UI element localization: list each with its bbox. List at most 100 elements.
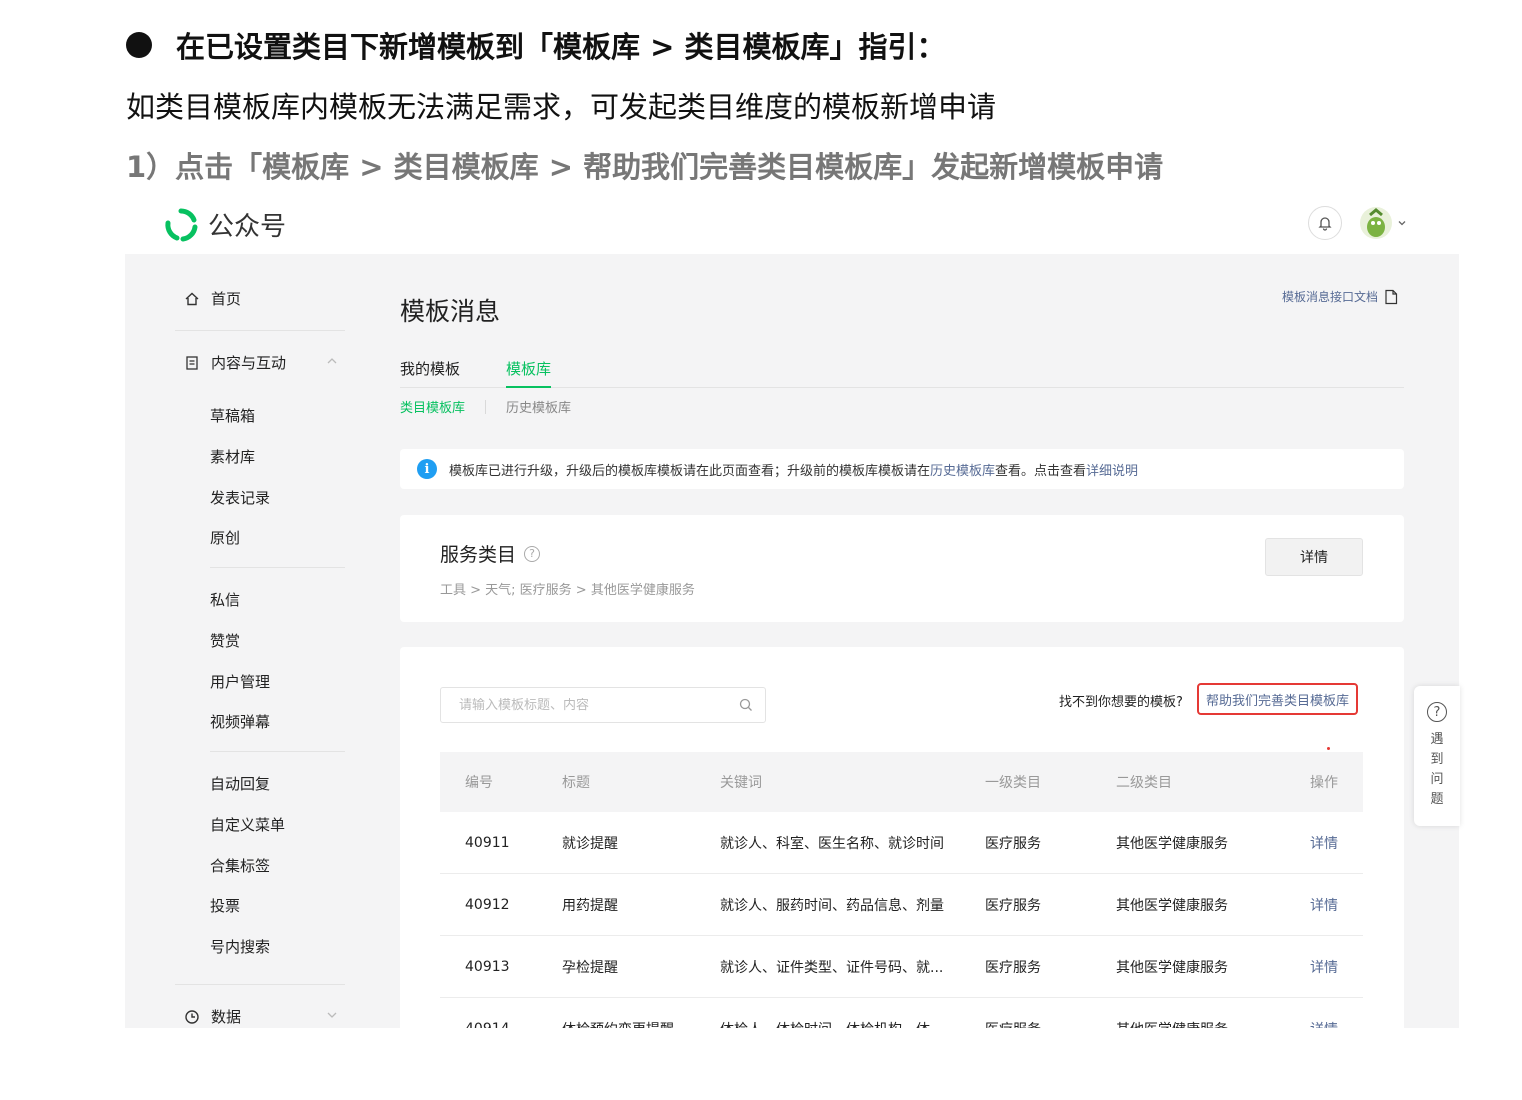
cell-category-1: 医疗服务: [985, 835, 1041, 852]
table-row: 40913 孕检提醒 就诊人、证件类型、证件号码、就... 医疗服务 其他医学健…: [440, 936, 1363, 998]
row-detail-link[interactable]: 详情: [1310, 936, 1360, 997]
sidebar-item-original[interactable]: 原创: [210, 527, 240, 548]
floating-help-button[interactable]: ? 遇 到 问 题: [1414, 686, 1460, 826]
cell-category-2: 其他医学健康服务: [1116, 897, 1228, 914]
sidebar-item-collection-tags[interactable]: 合集标签: [210, 855, 270, 876]
sidebar-item-vote[interactable]: 投票: [210, 895, 240, 916]
sidebar-item-drafts[interactable]: 草稿箱: [210, 405, 255, 426]
subtab-category-library[interactable]: 类目模板库: [400, 397, 465, 416]
notice-text: 查看。点击查看: [995, 463, 1087, 479]
sidebar-item-danmaku[interactable]: 视频弹幕: [210, 711, 270, 732]
sidebar-item-messages[interactable]: 私信: [210, 589, 240, 610]
template-table: 编号 标题 关键词 一级类目 二级类目 操作 40911 就诊提醒 就诊人、科室…: [440, 752, 1363, 1028]
info-icon: i: [417, 459, 437, 479]
clock-icon: [183, 1008, 201, 1026]
search-input[interactable]: [459, 697, 729, 713]
tab-template-library[interactable]: 模板库: [506, 358, 552, 388]
column-header: 二级类目: [1116, 775, 1172, 791]
cell-category-1: 医疗服务: [985, 998, 1095, 1029]
upgrade-notice: i 模板库已进行升级，升级后的模板库模板请在此页面查看；升级前的模板库模板请在 …: [400, 449, 1404, 489]
cell-title: 用药提醒: [562, 897, 618, 914]
cell-id: 40911: [465, 834, 510, 851]
cell-category-2: 其他医学健康服务: [1116, 959, 1228, 976]
cell-category-1: 医疗服务: [985, 959, 1041, 976]
sidebar-item-publish-records[interactable]: 发表记录: [210, 487, 270, 508]
sidebar-item-auto-reply[interactable]: 自动回复: [210, 773, 270, 794]
sidebar-divider: [210, 567, 345, 568]
app-area: 首页 内容与互动 草稿箱 素材库 发表记录 原创 私信 赞赏 用户管理 视频弹幕…: [125, 254, 1459, 1028]
search-icon[interactable]: [739, 698, 753, 712]
help-label-char: 遇: [1430, 732, 1444, 747]
avatar-icon: [1367, 208, 1385, 237]
cell-title: 体检预约变更提醒: [562, 998, 712, 1029]
sidebar-item-rewards[interactable]: 赞赏: [210, 630, 240, 651]
cant-find-text: 找不到你想要的模板?: [1059, 695, 1183, 710]
api-doc-link[interactable]: 模板消息接口文档: [1282, 288, 1398, 305]
tab-my-templates[interactable]: 我的模板: [400, 358, 460, 388]
column-header: 一级类目: [985, 775, 1041, 791]
guide-description: 如类目模板库内模板无法满足需求，可发起类目维度的模板新增申请: [126, 90, 997, 124]
help-label-char: 题: [1430, 792, 1444, 807]
sidebar-section-data[interactable]: 数据: [183, 1006, 337, 1027]
avatar[interactable]: [1360, 207, 1392, 239]
column-header: 操作: [1310, 775, 1338, 791]
history-library-link[interactable]: 历史模板库: [930, 460, 995, 479]
question-icon[interactable]: ?: [524, 545, 541, 562]
brand-name: 公众号: [208, 212, 287, 242]
cell-id: 40913: [465, 958, 510, 975]
cell-category-2: 其他医学健康服务: [1116, 998, 1286, 1029]
sidebar-divider: [210, 751, 345, 752]
sidebar-item-users[interactable]: 用户管理: [210, 671, 270, 692]
help-improve-library-link[interactable]: 帮助我们完善类目模板库: [1197, 683, 1359, 715]
details-link[interactable]: 详细说明: [1086, 460, 1138, 479]
subtab-divider: [485, 399, 487, 414]
cell-keywords: 就诊人、服药时间、药品信息、剂量: [720, 897, 944, 914]
sidebar-section-label: 内容与互动: [211, 354, 287, 372]
guide-heading: 在已设置类目下新增模板到「模板库 > 类目模板库」指引：: [126, 22, 946, 68]
cell-id: 40912: [465, 896, 510, 913]
subtab-history-library[interactable]: 历史模板库: [506, 397, 571, 416]
search-box: [440, 687, 766, 723]
bullet-icon: [126, 32, 152, 58]
sidebar-item-search[interactable]: 号内搜索: [210, 936, 270, 957]
cell-title: 孕检提醒: [562, 959, 618, 976]
row-detail-link[interactable]: 详情: [1310, 874, 1360, 935]
service-detail-button[interactable]: 详情: [1265, 538, 1363, 576]
template-list-card: 找不到你想要的模板? 帮助我们完善类目模板库 编号 标题 关键词 一级类目 二级…: [400, 647, 1404, 1028]
question-circle-icon: ?: [1427, 702, 1447, 722]
sidebar-item-custom-menu[interactable]: 自定义菜单: [210, 814, 285, 835]
chevron-down-icon: [327, 1012, 337, 1018]
sidebar-divider: [175, 330, 345, 331]
cell-category-2: 其他医学健康服务: [1116, 835, 1228, 852]
service-category-path: 工具 > 天气; 医疗服务 > 其他医学健康服务: [440, 583, 695, 598]
table-row: 40912 用药提醒 就诊人、服药时间、药品信息、剂量 医疗服务 其他医学健康服…: [440, 874, 1363, 936]
guide-title: 在已设置类目下新增模板到「模板库 > 类目模板库」指引：: [176, 30, 946, 64]
notification-button[interactable]: [1308, 206, 1342, 240]
cell-title: 就诊提醒: [562, 835, 618, 852]
guide-step-1: 1）点击「模板库 > 类目模板库 > 帮助我们完善类目模板库」发起新增模板申请: [126, 150, 1164, 184]
home-icon: [183, 290, 201, 308]
api-doc-link-label: 模板消息接口文档: [1282, 290, 1379, 304]
service-category-title: 服务类目 ?: [440, 540, 541, 567]
cell-keywords: 就诊人、科室、医生名称、就诊时间: [720, 835, 944, 852]
sidebar-divider: [175, 984, 345, 985]
brand[interactable]: 公众号: [164, 206, 286, 243]
header-actions: [1308, 206, 1408, 240]
sidebar-section-content[interactable]: 内容与互动: [183, 352, 337, 373]
file-icon: [1385, 289, 1398, 304]
page-title: 模板消息: [400, 297, 501, 326]
wechat-mp-logo-icon: [165, 208, 198, 241]
chevron-down-icon[interactable]: [1396, 217, 1408, 229]
sidebar-item-home[interactable]: 首页: [183, 288, 241, 309]
column-header: 关键词: [720, 775, 762, 791]
row-detail-link[interactable]: 详情: [1310, 998, 1360, 1029]
subtab-bar: 类目模板库 历史模板库: [400, 397, 571, 416]
sidebar-item-materials[interactable]: 素材库: [210, 446, 255, 467]
table-row: 40911 就诊提醒 就诊人、科室、医生名称、就诊时间 医疗服务 其他医学健康服…: [440, 812, 1363, 874]
cell-category-1: 医疗服务: [985, 897, 1041, 914]
service-category-card: 服务类目 ? 工具 > 天气; 医疗服务 > 其他医学健康服务 详情: [400, 515, 1404, 622]
row-detail-link[interactable]: 详情: [1310, 812, 1360, 873]
help-label-char: 到: [1430, 752, 1444, 767]
notice-text: 模板库已进行升级，升级后的模板库模板请在此页面查看；升级前的模板库模板请在: [449, 463, 931, 479]
service-category-label: 服务类目: [440, 544, 517, 566]
